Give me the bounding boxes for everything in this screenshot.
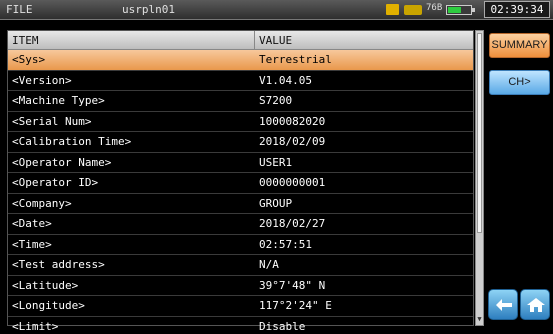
- row-value: Terrestrial: [259, 53, 332, 66]
- row-item: <Sys>: [12, 53, 46, 66]
- scrollbar-thumb[interactable]: [477, 33, 482, 233]
- row-item: <Date>: [12, 217, 52, 230]
- row-item: <Calibration Time>: [12, 135, 132, 148]
- row-value: 39°7'48" N: [259, 278, 326, 292]
- battery-label: 76B: [426, 3, 443, 13]
- row-item: <Version>: [12, 73, 72, 87]
- top-status-bar: FILE usrpln01 76B 02:39:34: [0, 0, 553, 20]
- row-value: GROUP: [259, 196, 293, 210]
- file-name: usrpln01: [122, 3, 175, 16]
- folder-icon: [386, 4, 399, 15]
- row-item: <Limit>: [12, 319, 59, 333]
- header-item: ITEM: [8, 31, 255, 49]
- header-value: VALUE: [259, 34, 293, 47]
- table-header: ITEM VALUE: [8, 31, 473, 50]
- ch-button[interactable]: CH>: [489, 70, 550, 95]
- table-row[interactable]: <Calibration Time> 2018/02/09: [8, 132, 473, 153]
- summary-button[interactable]: SUMMARY: [489, 33, 550, 58]
- usb-icon: [404, 5, 422, 15]
- table-row[interactable]: <Latitude> 39°7'48" N: [8, 276, 473, 296]
- info-table: ITEM VALUE <Sys> Terrestrial <Version> V1.0…: [7, 30, 474, 333]
- row-value: V1.04.05: [259, 73, 312, 87]
- table-row[interactable]: <Sys> Terrestrial: [8, 50, 473, 71]
- row-item: <Operator Name>: [12, 155, 112, 169]
- row-item: <Company>: [12, 196, 72, 210]
- row-item: <Test address>: [12, 258, 105, 271]
- home-icon: [527, 298, 545, 312]
- row-item: <Operator ID>: [12, 176, 99, 189]
- file-menu[interactable]: FILE: [6, 3, 33, 16]
- table-row[interactable]: <Longitude> 117°2'24" E: [8, 296, 473, 317]
- battery-icon: [446, 5, 475, 15]
- row-value: 2018/02/27: [259, 217, 326, 230]
- battery-fill: [448, 7, 461, 13]
- row-value: 2018/02/09: [259, 135, 326, 148]
- row-value: Disable: [259, 319, 306, 333]
- table-row[interactable]: <Time> 02:57:51: [8, 235, 473, 255]
- row-value: S7200: [259, 94, 293, 107]
- row-value: N/A: [259, 258, 279, 271]
- row-value: 1000082020: [259, 114, 326, 128]
- back-arrow-icon: [496, 299, 512, 311]
- table-row[interactable]: <Company> GROUP: [8, 194, 473, 214]
- row-item: <Time>: [12, 237, 52, 251]
- row-value: 02:57:51: [259, 237, 312, 251]
- table-row[interactable]: <Test address> N/A: [8, 255, 473, 276]
- clock: 02:39:34: [484, 1, 550, 18]
- table-row[interactable]: <Serial Num> 1000082020: [8, 112, 473, 132]
- scrollbar[interactable]: ▼: [475, 30, 484, 326]
- row-item: <Latitude>: [12, 278, 79, 292]
- table-row[interactable]: <Version> V1.04.05: [8, 71, 473, 91]
- table-row[interactable]: <Operator Name> USER1: [8, 153, 473, 173]
- row-value: USER1: [259, 155, 293, 169]
- row-value: 117°2'24" E: [259, 299, 332, 312]
- row-item: <Serial Num>: [12, 114, 92, 128]
- home-button[interactable]: [520, 289, 550, 320]
- table-row[interactable]: <Machine Type> S7200: [8, 91, 473, 112]
- status-icons: 76B: [386, 3, 478, 17]
- table-body: <Sys> Terrestrial <Version> V1.04.05 <Machin…: [8, 50, 473, 334]
- table-row[interactable]: <Operator ID> 0000000001: [8, 173, 473, 194]
- table-row[interactable]: <Limit> Disable: [8, 317, 473, 334]
- row-value: 0000000001: [259, 176, 326, 189]
- scroll-down-arrow-icon[interactable]: ▼: [476, 316, 483, 323]
- table-row[interactable]: <Date> 2018/02/27: [8, 214, 473, 235]
- row-item: <Machine Type>: [12, 94, 105, 107]
- back-button[interactable]: [488, 289, 518, 320]
- row-item: <Longitude>: [12, 299, 85, 312]
